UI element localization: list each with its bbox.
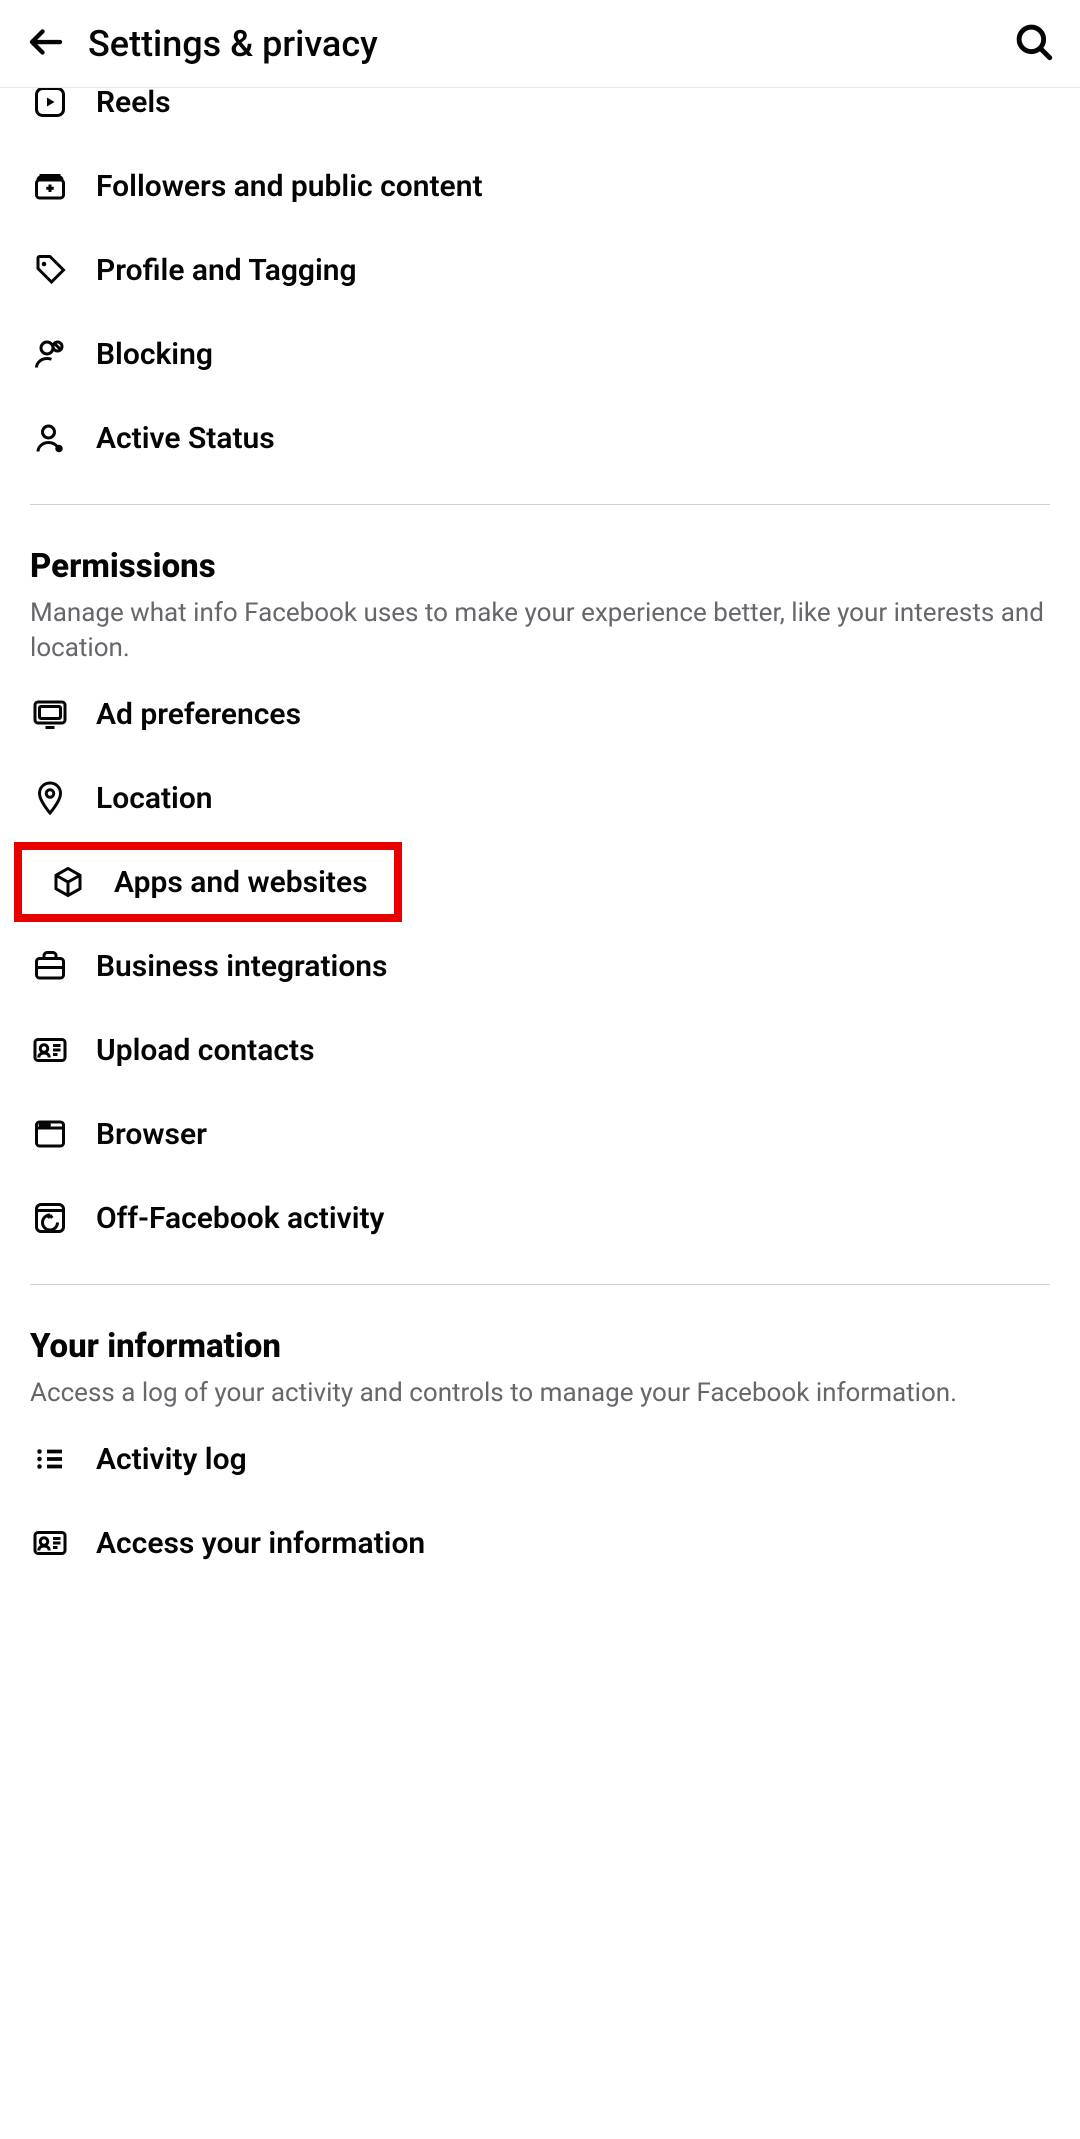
menu-item-off-facebook[interactable]: Off-Facebook activity [0, 1176, 1080, 1260]
divider [30, 1284, 1050, 1285]
menu-item-reels[interactable]: Reels [0, 88, 201, 144]
divider [30, 504, 1050, 505]
menu-label: Ad preferences [96, 697, 301, 732]
menu-label: Apps and websites [114, 865, 368, 900]
search-icon [1013, 21, 1055, 67]
browser-icon [30, 1114, 70, 1154]
cube-icon [48, 862, 88, 902]
header: Settings & privacy [0, 0, 1080, 88]
section-title: Permissions [30, 547, 1050, 586]
menu-item-apps-websites[interactable]: Apps and websites [14, 842, 402, 922]
menu-item-blocking[interactable]: Blocking [0, 312, 1080, 396]
menu-item-browser[interactable]: Browser [0, 1092, 1080, 1176]
briefcase-icon [30, 946, 70, 986]
id-card-icon [30, 1523, 70, 1563]
back-button[interactable] [22, 20, 70, 68]
list-icon [30, 1439, 70, 1479]
menu-label: Off-Facebook activity [96, 1201, 384, 1236]
pin-icon [30, 778, 70, 818]
active-person-icon [30, 418, 70, 458]
section-title: Your information [30, 1327, 1050, 1366]
menu-item-location[interactable]: Location [0, 756, 1080, 840]
block-person-icon [30, 334, 70, 374]
menu-item-ad-preferences[interactable]: Ad preferences [0, 672, 1080, 756]
section-description: Access a log of your activity and contro… [30, 1376, 1050, 1411]
section-header-permissions: Permissions Manage what info Facebook us… [0, 529, 1080, 672]
section-description: Manage what info Facebook uses to make y… [30, 596, 1050, 666]
activity-square-icon [30, 1198, 70, 1238]
menu-label: Location [96, 781, 213, 816]
reels-icon [30, 88, 70, 122]
section-header-your-info: Your information Access a log of your ac… [0, 1309, 1080, 1417]
menu-item-active-status[interactable]: Active Status [0, 396, 1080, 480]
archive-plus-icon [30, 166, 70, 206]
ad-icon [30, 694, 70, 734]
menu-item-business-integrations[interactable]: Business integrations [0, 924, 1080, 1008]
page-title: Settings & privacy [88, 23, 378, 65]
menu-item-activity-log[interactable]: Activity log [0, 1417, 1080, 1501]
menu-label: Activity log [96, 1442, 247, 1477]
menu-label: Active Status [96, 421, 275, 456]
menu-label: Access your information [96, 1526, 425, 1561]
search-button[interactable] [1010, 20, 1058, 68]
menu-item-access-info[interactable]: Access your information [0, 1501, 1080, 1585]
contact-card-icon [30, 1030, 70, 1070]
menu-item-followers[interactable]: Followers and public content [0, 144, 1080, 228]
menu-item-upload-contacts[interactable]: Upload contacts [0, 1008, 1080, 1092]
menu-label: Upload contacts [96, 1033, 315, 1068]
menu-label: Reels [96, 88, 171, 120]
menu-label: Business integrations [96, 949, 387, 984]
arrow-left-icon [25, 21, 67, 67]
menu-label: Profile and Tagging [96, 253, 357, 288]
tag-icon [30, 250, 70, 290]
menu-label: Browser [96, 1117, 207, 1152]
menu-label: Followers and public content [96, 169, 483, 204]
menu-item-profile-tagging[interactable]: Profile and Tagging [0, 228, 1080, 312]
menu-label: Blocking [96, 337, 213, 372]
